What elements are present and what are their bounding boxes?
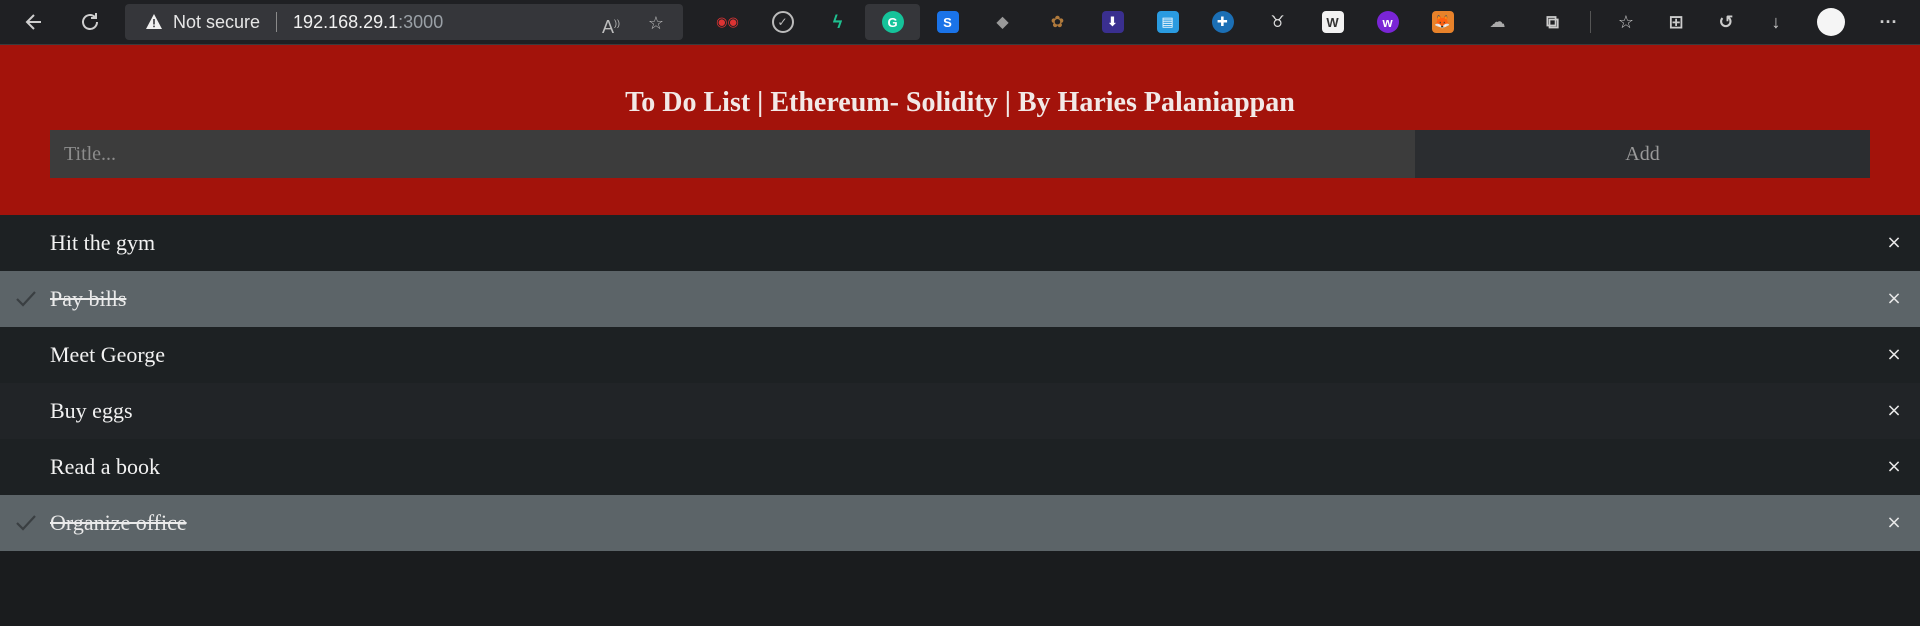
todo-item[interactable]: Meet George × [0,327,1920,383]
todo-text: Organize office [50,510,187,535]
puzzle-face-icon[interactable]: ✿ [1030,4,1085,40]
url-port: :3000 [398,11,444,32]
downloads-icon[interactable]: ↓ [1751,4,1801,40]
todo-text: Pay bills [50,286,127,311]
todo-text: Meet George [50,342,166,367]
todo-item[interactable]: Hit the gym × [0,215,1920,271]
read-aloud-icon[interactable]: A)) [600,12,622,37]
address-bar[interactable]: Not secure 192.168.29.1:3000 A)) ☆ [125,4,683,40]
todo-text: Buy eggs [50,398,133,423]
extensions-icon[interactable]: ⧉ [1525,4,1580,40]
cloud-icon[interactable]: ☁ [1470,4,1525,40]
w-icon[interactable]: W [1305,4,1360,40]
close-icon[interactable]: × [1882,454,1906,478]
bird-icon[interactable]: ♉ [1250,4,1305,40]
security-label: Not secure [173,11,261,32]
fox-icon[interactable]: 🦊 [1415,4,1470,40]
close-icon[interactable]: × [1882,342,1906,366]
close-icon[interactable]: × [1882,510,1906,534]
add-favorite-icon[interactable]: ☆ [645,12,667,34]
glasses-icon[interactable]: ◉◉ [700,4,755,40]
s-icon[interactable]: S [920,4,975,40]
todo-text: Hit the gym [50,230,156,255]
close-icon[interactable]: × [1882,230,1906,254]
todo-item[interactable]: Read a book × [0,439,1920,495]
todo-item[interactable]: Pay bills × [0,271,1920,327]
extensions-tray: ◉◉ ✓ ϟ G S ◆ ✿ ⬇ ▤ ✚ ♉ W w 🦊 ☁ ⧉ ☆ ⊞ ↺ ↓… [700,4,1916,40]
browser-toolbar: Not secure 192.168.29.1:3000 A)) ☆ ◉◉ ✓ … [0,0,1920,45]
add-todo-form: Add [50,130,1870,178]
add-button[interactable]: Add [1415,130,1870,178]
todo-list: Hit the gym × Pay bills × Meet George × … [0,215,1920,551]
close-icon[interactable]: × [1882,286,1906,310]
refresh-icon [82,13,98,30]
grammarly-icon[interactable]: G [865,4,920,40]
todo-item[interactable]: Buy eggs × [0,383,1920,439]
check-circle-icon[interactable]: ✓ [755,4,810,40]
title-input[interactable] [50,130,1415,178]
page-title: To Do List | Ethereum- Solidity | By Har… [625,87,1295,118]
warning-icon [145,13,163,31]
collections-icon[interactable]: ⊞ [1651,4,1701,40]
refresh-button[interactable] [68,0,112,44]
todo-item[interactable]: Organize office × [0,495,1920,551]
download-icon[interactable]: ⬇ [1085,4,1140,40]
address-separator [276,12,278,32]
favorites-icon[interactable]: ☆ [1601,4,1651,40]
book-icon[interactable]: ▤ [1140,4,1195,40]
seahorse-icon[interactable]: ϟ [810,4,865,40]
back-arrow-icon [25,14,41,30]
close-icon[interactable]: × [1882,398,1906,422]
history-icon[interactable]: ↺ [1701,4,1751,40]
app-header: To Do List | Ethereum- Solidity | By Har… [0,45,1920,215]
check-icon [16,515,36,531]
check-icon [16,291,36,307]
avatar [1817,8,1845,36]
profile-button[interactable] [1801,4,1861,40]
fish-icon[interactable]: ◆ [975,4,1030,40]
back-button[interactable] [12,0,56,44]
url-host: 192.168.29.1 [293,11,399,32]
medical-icon[interactable]: ✚ [1195,4,1250,40]
w-purple-icon[interactable]: w [1360,4,1415,40]
more-options-icon[interactable]: ··· [1861,4,1916,40]
toolbar-separator [1590,11,1591,33]
todo-text: Read a book [50,454,160,479]
